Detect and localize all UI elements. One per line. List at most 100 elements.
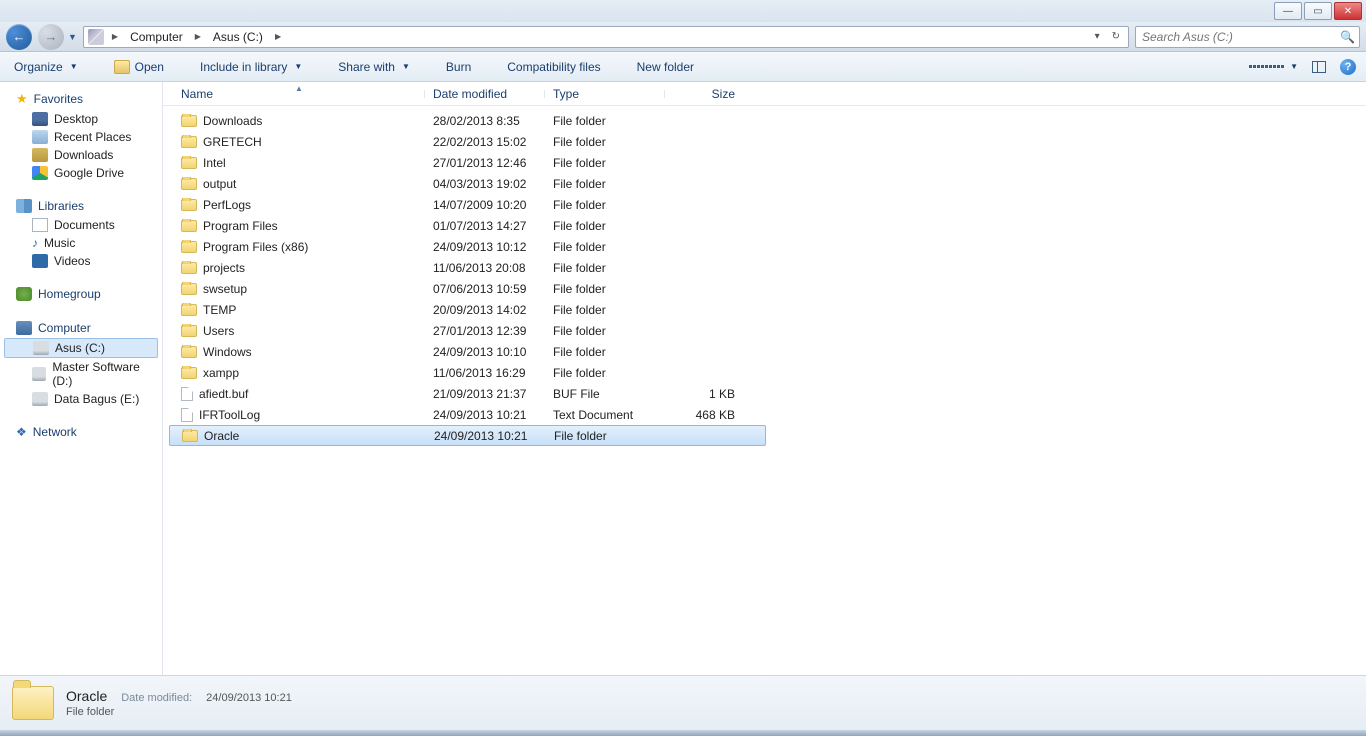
dropdown-arrow-icon[interactable]: ▾ bbox=[1091, 29, 1104, 44]
file-size: 468 KB bbox=[665, 408, 743, 422]
chevron-right-icon[interactable]: ▶ bbox=[271, 32, 285, 41]
file-date: 20/09/2013 14:02 bbox=[425, 303, 545, 317]
libraries-header[interactable]: Libraries bbox=[0, 196, 162, 216]
sidebar-item-videos[interactable]: Videos bbox=[0, 252, 162, 270]
sidebar-item-recent-places[interactable]: Recent Places bbox=[0, 128, 162, 146]
sidebar-item-asus-c-[interactable]: Asus (C:) bbox=[4, 338, 158, 358]
folder-icon bbox=[181, 178, 197, 190]
details-modified-value: 24/09/2013 10:21 bbox=[206, 692, 292, 704]
file-name: afiedt.buf bbox=[199, 387, 248, 401]
burn-button[interactable]: Burn bbox=[442, 57, 475, 77]
dl-icon bbox=[32, 148, 48, 162]
view-options-button[interactable]: ▼ bbox=[1249, 62, 1298, 71]
file-row[interactable]: Intel27/01/2013 12:46File folder bbox=[163, 152, 1366, 173]
folder-icon bbox=[181, 367, 197, 379]
sidebar-item-label: Recent Places bbox=[54, 130, 131, 144]
file-row[interactable]: xampp11/06/2013 16:29File folder bbox=[163, 362, 1366, 383]
chevron-right-icon[interactable]: ▶ bbox=[191, 32, 205, 41]
back-button[interactable]: ← bbox=[6, 24, 32, 50]
file-row[interactable]: Windows24/09/2013 10:10File folder bbox=[163, 341, 1366, 362]
file-icon bbox=[181, 408, 193, 422]
file-name: Program Files (x86) bbox=[203, 240, 308, 254]
compatibility-files-button[interactable]: Compatibility files bbox=[503, 57, 604, 77]
chevron-down-icon: ▼ bbox=[402, 62, 410, 71]
file-list-pane: Name▲ Date modified Type Size Downloads2… bbox=[163, 82, 1366, 675]
details-pane: Oracle Date modified: 24/09/2013 10:21 F… bbox=[0, 675, 1366, 730]
nav-history-dropdown[interactable]: ▼ bbox=[68, 32, 77, 42]
doc-icon bbox=[32, 218, 48, 232]
homegroup-header[interactable]: Homegroup bbox=[0, 284, 162, 304]
file-row[interactable]: Users27/01/2013 12:39File folder bbox=[163, 320, 1366, 341]
file-row[interactable]: Downloads28/02/2013 8:35File folder bbox=[163, 110, 1366, 131]
file-row[interactable]: Program Files (x86)24/09/2013 10:12File … bbox=[163, 236, 1366, 257]
column-type[interactable]: Type bbox=[545, 87, 665, 101]
network-header[interactable]: ❖Network bbox=[0, 422, 162, 442]
recent-icon bbox=[32, 130, 48, 144]
help-button[interactable]: ? bbox=[1340, 59, 1356, 75]
file-date: 24/09/2013 10:21 bbox=[425, 408, 545, 422]
breadcrumb-computer[interactable]: Computer bbox=[126, 27, 187, 47]
sidebar-item-downloads[interactable]: Downloads bbox=[0, 146, 162, 164]
refresh-button[interactable]: ↻ bbox=[1108, 29, 1124, 44]
close-button[interactable]: ✕ bbox=[1334, 2, 1362, 20]
file-type: File folder bbox=[545, 345, 665, 359]
maximize-button[interactable]: ▭ bbox=[1304, 2, 1332, 20]
file-type: File folder bbox=[545, 198, 665, 212]
minimize-button[interactable]: — bbox=[1274, 2, 1302, 20]
file-row[interactable]: projects11/06/2013 20:08File folder bbox=[163, 257, 1366, 278]
network-icon: ❖ bbox=[16, 425, 27, 439]
sidebar-item-label: Videos bbox=[54, 254, 90, 268]
file-row[interactable]: IFRToolLog24/09/2013 10:21Text Document4… bbox=[163, 404, 1366, 425]
file-type: BUF File bbox=[545, 387, 665, 401]
chevron-right-icon[interactable]: ▶ bbox=[108, 32, 122, 41]
file-row[interactable]: GRETECH22/02/2013 15:02File folder bbox=[163, 131, 1366, 152]
file-name: PerfLogs bbox=[203, 198, 251, 212]
file-date: 07/06/2013 10:59 bbox=[425, 282, 545, 296]
sidebar-item-data-bagus-e-[interactable]: Data Bagus (E:) bbox=[0, 390, 162, 408]
explorer-body: ★Favorites Desktop Recent Places Downloads… bbox=[0, 82, 1366, 675]
sidebar-item-label: Music bbox=[44, 236, 75, 250]
file-row[interactable]: Program Files01/07/2013 14:27File folder bbox=[163, 215, 1366, 236]
column-date[interactable]: Date modified bbox=[425, 87, 545, 101]
search-box[interactable]: 🔍 bbox=[1135, 26, 1360, 48]
file-name: Users bbox=[203, 324, 234, 338]
address-bar[interactable]: ▶ Computer ▶ Asus (C:) ▶ ▾ ↻ bbox=[83, 26, 1129, 48]
folder-icon bbox=[181, 157, 197, 169]
organize-button[interactable]: Organize▼ bbox=[10, 57, 82, 77]
file-row[interactable]: swsetup07/06/2013 10:59File folder bbox=[163, 278, 1366, 299]
file-list[interactable]: Downloads28/02/2013 8:35File folderGRETE… bbox=[163, 106, 1366, 675]
share-with-button[interactable]: Share with▼ bbox=[334, 57, 414, 77]
file-row[interactable]: Oracle24/09/2013 10:21File folder bbox=[169, 425, 766, 446]
search-icon[interactable]: 🔍 bbox=[1340, 30, 1355, 44]
sidebar-item-desktop[interactable]: Desktop bbox=[0, 110, 162, 128]
sidebar-item-label: Google Drive bbox=[54, 166, 124, 180]
folder-icon bbox=[181, 199, 197, 211]
column-size[interactable]: Size bbox=[665, 87, 743, 101]
file-row[interactable]: output04/03/2013 19:02File folder bbox=[163, 173, 1366, 194]
file-row[interactable]: TEMP20/09/2013 14:02File folder bbox=[163, 299, 1366, 320]
breadcrumb-drive[interactable]: Asus (C:) bbox=[209, 27, 267, 47]
file-date: 24/09/2013 10:10 bbox=[425, 345, 545, 359]
search-input[interactable] bbox=[1140, 29, 1340, 45]
details-name: Oracle bbox=[66, 688, 107, 704]
sidebar-item-music[interactable]: ♪Music bbox=[0, 234, 162, 252]
sidebar-item-google-drive[interactable]: Google Drive bbox=[0, 164, 162, 182]
navigation-pane: ★Favorites Desktop Recent Places Downloads… bbox=[0, 82, 163, 675]
drive-icon bbox=[33, 341, 49, 355]
include-in-library-button[interactable]: Include in library▼ bbox=[196, 57, 306, 77]
video-icon bbox=[32, 254, 48, 268]
forward-button[interactable]: → bbox=[38, 24, 64, 50]
new-folder-button[interactable]: New folder bbox=[633, 57, 698, 77]
file-row[interactable]: PerfLogs14/07/2009 10:20File folder bbox=[163, 194, 1366, 215]
sidebar-item-documents[interactable]: Documents bbox=[0, 216, 162, 234]
favorites-header[interactable]: ★Favorites bbox=[0, 88, 162, 110]
open-button[interactable]: Open bbox=[110, 57, 168, 77]
file-name: Program Files bbox=[203, 219, 278, 233]
sidebar-item-master-software-d-[interactable]: Master Software (D:) bbox=[0, 358, 162, 390]
file-type: File folder bbox=[545, 366, 665, 380]
preview-pane-button[interactable] bbox=[1312, 61, 1326, 73]
column-name[interactable]: Name▲ bbox=[173, 87, 425, 101]
computer-header[interactable]: Computer bbox=[0, 318, 162, 338]
column-headers: Name▲ Date modified Type Size bbox=[163, 82, 1366, 106]
file-row[interactable]: afiedt.buf21/09/2013 21:37BUF File1 KB bbox=[163, 383, 1366, 404]
